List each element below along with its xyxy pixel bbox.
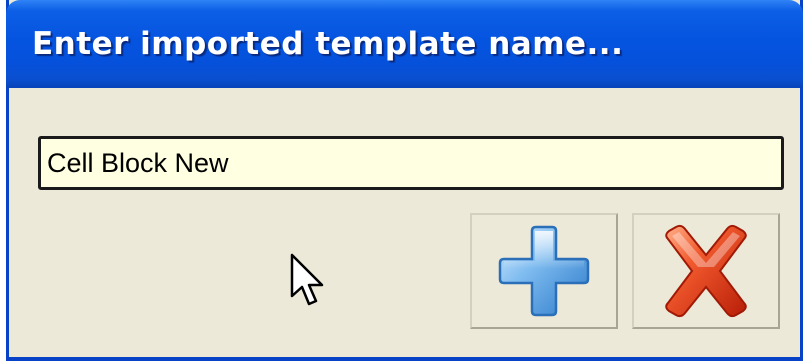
add-button[interactable] [470, 213, 618, 329]
plus-icon [498, 225, 590, 317]
x-icon [665, 224, 747, 318]
dialog-window: Enter imported template name... [6, 0, 803, 361]
title-bar[interactable]: Enter imported template name... [6, 0, 803, 88]
window-bottom-border [6, 357, 803, 361]
dialog-title: Enter imported template name... [32, 26, 624, 62]
template-name-input[interactable] [38, 136, 784, 190]
mouse-cursor-icon [290, 253, 324, 306]
cancel-button[interactable] [632, 213, 780, 329]
